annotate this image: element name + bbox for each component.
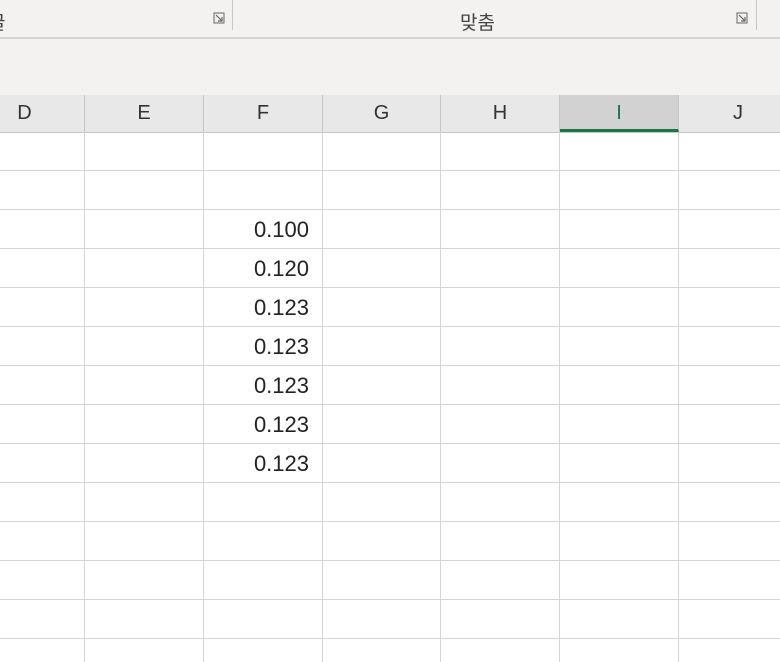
ribbon-group-labels: 글 맞춤 [0, 0, 780, 39]
dialog-launcher-icon[interactable] [736, 12, 748, 24]
cell-f-value[interactable]: 0.123 [204, 288, 322, 327]
column-gridline [440, 132, 441, 662]
row-gridline [0, 443, 780, 444]
cell-f-value[interactable]: 0.123 [204, 327, 322, 366]
column-header-d[interactable]: D [0, 95, 85, 132]
row-gridline [0, 365, 780, 366]
row-gridline [0, 287, 780, 288]
cell-f-value[interactable]: 0.100 [204, 210, 322, 249]
row-gridline [0, 560, 780, 561]
ribbon-group-divider [232, 0, 233, 30]
row-gridline [0, 521, 780, 522]
worksheet-grid[interactable]: 0.100 0.120 0.123 0.123 0.123 0.123 0.12… [0, 132, 780, 662]
column-header-e[interactable]: E [85, 95, 204, 132]
column-gridline [322, 132, 323, 662]
row-gridline [0, 404, 780, 405]
column-header-i[interactable]: I [560, 95, 679, 132]
column-gridline [559, 132, 560, 662]
column-gridline [84, 132, 85, 662]
ribbon-empty-area [0, 39, 780, 95]
column-header-h[interactable]: H [441, 95, 560, 132]
row-gridline [0, 170, 780, 171]
row-gridline [0, 209, 780, 210]
ribbon-group-divider [756, 0, 757, 30]
column-header-g[interactable]: G [323, 95, 441, 132]
dialog-launcher-icon[interactable] [213, 12, 225, 24]
row-gridline [0, 599, 780, 600]
row-gridline [0, 248, 780, 249]
ribbon-group-label-font: 글 [0, 8, 5, 35]
column-header-row: D E F G H I J [0, 95, 780, 133]
row-gridline [0, 326, 780, 327]
cell-f-value[interactable]: 0.123 [204, 405, 322, 444]
row-gridline [0, 482, 780, 483]
row-gridline [0, 638, 780, 639]
cell-f-value[interactable]: 0.120 [204, 249, 322, 288]
ribbon-group-label-alignment: 맞춤 [460, 13, 495, 34]
cell-f-value[interactable]: 0.123 [204, 366, 322, 405]
column-header-j[interactable]: J [679, 95, 780, 132]
column-gridline [678, 132, 679, 662]
cell-f-value[interactable]: 0.123 [204, 444, 322, 483]
column-header-f[interactable]: F [204, 95, 323, 132]
